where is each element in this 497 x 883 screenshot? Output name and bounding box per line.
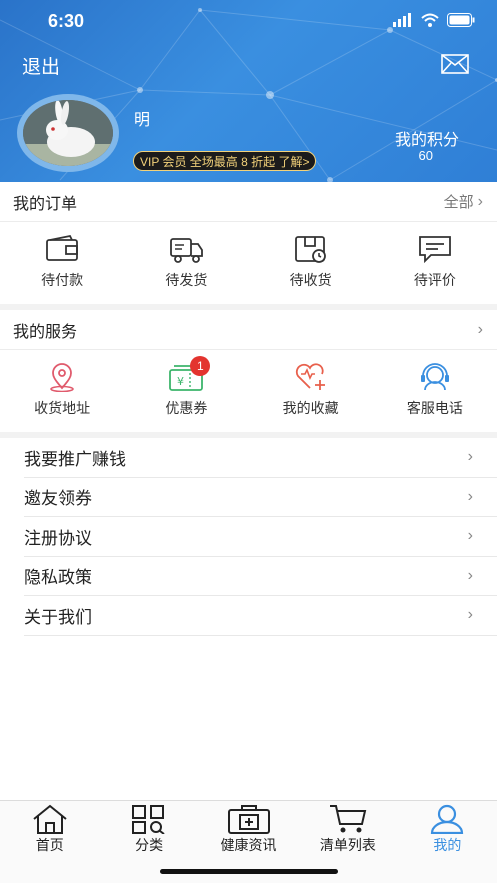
mail-icon[interactable]: [441, 54, 469, 74]
status-time: 6:30: [48, 11, 85, 31]
services-title: 我的服务: [13, 323, 78, 341]
orders-header: 我的订单 全部 ›: [0, 182, 497, 222]
order-pending-payment[interactable]: 待付款: [0, 222, 124, 304]
order-pending-receipt[interactable]: 待收货: [249, 222, 373, 304]
customer-service-icon: [420, 363, 449, 391]
home-indicator[interactable]: [160, 869, 338, 874]
menu-item-invite[interactable]: 邀友领券 ›: [24, 478, 497, 517]
order-item-label: 待收货: [289, 272, 332, 288]
tab-label: 分类: [135, 837, 164, 853]
chevron-right-icon: ›: [477, 192, 483, 210]
service-coupons[interactable]: ¥ 1 优惠券: [124, 350, 248, 432]
vip-badge[interactable]: VIP 会员 全场最高 8 折起 了解>: [133, 151, 317, 171]
exit-button[interactable]: 退出: [22, 52, 60, 79]
tab-home[interactable]: 首页: [0, 801, 99, 883]
chevron-right-icon: ›: [467, 527, 473, 545]
order-pending-review[interactable]: 待评价: [373, 222, 497, 304]
tab-profile[interactable]: 我的: [398, 801, 497, 883]
cart-icon: [329, 805, 367, 833]
orders-grid: 待付款 待发货 待收货 待评价: [0, 222, 497, 304]
orders-all-link[interactable]: 全部 ›: [444, 191, 483, 212]
battery-icon: [447, 13, 475, 27]
chevron-right-icon: ›: [467, 606, 473, 624]
menu-item-promote[interactable]: 我要推广赚钱 ›: [24, 438, 497, 478]
avatar-image: [23, 100, 113, 166]
services-grid: 收货地址 ¥ 1 优惠券 我的收藏 客服电话: [0, 350, 497, 432]
menu-item-agreement[interactable]: 注册协议 ›: [24, 517, 497, 557]
chevron-right-icon: ›: [477, 320, 483, 338]
service-item-label: 收货地址: [34, 400, 91, 416]
username: 明: [134, 112, 151, 129]
order-item-label: 待发货: [165, 272, 208, 288]
truck-icon: [170, 238, 204, 263]
orders-title: 我的订单: [13, 195, 78, 213]
orders-all-label: 全部: [443, 194, 474, 211]
tab-label: 清单列表: [319, 837, 376, 853]
menu-item-label: 邀友领券: [24, 489, 92, 509]
service-address[interactable]: 收货地址: [0, 350, 124, 432]
avatar[interactable]: [17, 94, 119, 172]
location-icon: [50, 363, 74, 392]
chevron-right-icon: ›: [467, 448, 473, 466]
service-hotline[interactable]: 客服电话: [373, 350, 497, 432]
service-item-label: 优惠券: [165, 400, 208, 416]
menu-item-label: 注册协议: [24, 528, 92, 548]
menu-item-label: 隐私政策: [24, 568, 92, 588]
order-pending-shipment[interactable]: 待发货: [124, 222, 248, 304]
tab-label: 首页: [35, 837, 64, 853]
wallet-icon: [46, 234, 79, 261]
chevron-right-icon: ›: [467, 487, 473, 505]
wifi-icon: [421, 13, 439, 27]
service-favorites[interactable]: 我的收藏: [249, 350, 373, 432]
menu-item-label: 关于我们: [24, 607, 92, 627]
menu-list: 我要推广赚钱 › 邀友领券 › 注册协议 › 隐私政策 › 关于我们 ›: [24, 438, 497, 636]
home-icon: [33, 804, 67, 834]
heart-icon: [295, 363, 325, 390]
profile-header: 6:30 退出 明 VIP 会员 全场最高 8 折起 了解> 我的积分 60: [0, 0, 497, 182]
status-bar: 6:30: [0, 0, 497, 44]
menu-item-privacy[interactable]: 隐私政策 ›: [24, 557, 497, 596]
services-header[interactable]: 我的服务 ›: [0, 310, 497, 350]
profile-icon: [431, 804, 464, 834]
menu-item-label: 我要推广赚钱: [24, 449, 126, 469]
tab-label: 健康资讯: [220, 837, 277, 853]
coupon-count-badge: 1: [190, 356, 211, 376]
menu-item-about[interactable]: 关于我们 ›: [24, 596, 497, 636]
service-item-label: 我的收藏: [282, 400, 339, 416]
comment-icon: [418, 236, 451, 264]
tab-label: 我的: [433, 837, 462, 853]
service-item-label: 客服电话: [406, 400, 463, 416]
signal-icon: [393, 13, 411, 27]
package-icon: [294, 236, 326, 263]
svg-text:¥: ¥: [177, 375, 184, 388]
order-item-label: 待评价: [413, 272, 456, 288]
rabbit-picture: [23, 100, 113, 166]
points-value: 60: [418, 148, 433, 163]
category-icon: [132, 805, 165, 834]
status-icons: [393, 13, 475, 27]
points-label[interactable]: 我的积分: [395, 126, 459, 150]
order-item-label: 待付款: [41, 272, 84, 288]
medical-kit-icon: [227, 805, 270, 834]
chevron-right-icon: ›: [467, 566, 473, 584]
